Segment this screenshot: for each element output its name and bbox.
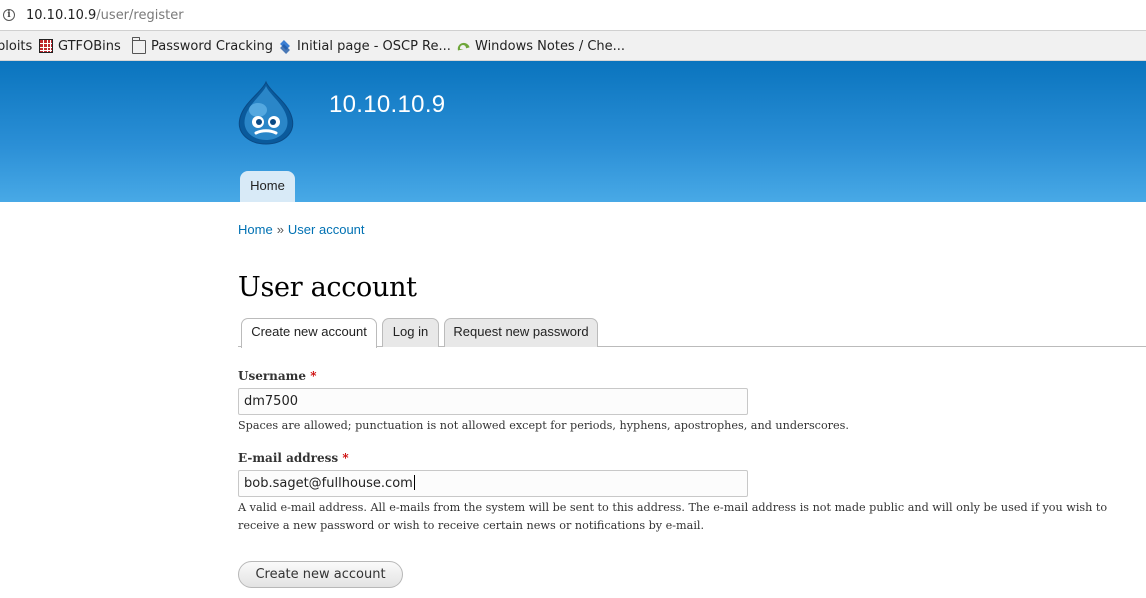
bookmark-label: Windows Notes / Che... — [475, 38, 626, 54]
nav-home-tab[interactable]: Home — [240, 171, 295, 202]
bookmark-label: ploits — [0, 38, 33, 54]
breadcrumb-home-link[interactable]: Home — [238, 222, 273, 237]
email-label: E-mail address * — [238, 451, 349, 465]
email-description: A valid e-mail address. All e-mails from… — [238, 501, 1108, 532]
info-icon[interactable]: i — [3, 9, 15, 21]
tab-log-in[interactable]: Log in — [382, 318, 439, 347]
tab-request-new-password[interactable]: Request new password — [444, 318, 598, 347]
breadcrumb-user-account-link[interactable]: User account — [288, 222, 365, 237]
layers-icon — [278, 39, 292, 53]
site-name[interactable]: 10.10.10.9 — [329, 91, 445, 119]
leaf-icon — [456, 39, 470, 53]
breadcrumb-separator: » — [276, 222, 284, 237]
bookmark-password-cracking[interactable]: Password Cracking — [131, 31, 274, 60]
create-new-account-button[interactable]: Create new account — [238, 561, 403, 588]
text-caret — [413, 475, 415, 490]
bookmarks-bar: ploits GTFOBins Password Cracking Initia… — [0, 31, 1146, 61]
page-title: User account — [238, 272, 417, 303]
bookmark-windows-notes[interactable]: Windows Notes / Che... — [456, 31, 626, 60]
required-mark: * — [342, 451, 349, 465]
bookmark-gtfobins[interactable]: GTFOBins — [39, 31, 121, 60]
bookmark-oscp[interactable]: Initial page - OSCP Re... — [278, 31, 451, 60]
url-host: 10.10.10.9 — [26, 8, 97, 23]
bookmark-label: Initial page - OSCP Re... — [297, 38, 451, 54]
site-header: 10.10.10.9 Home — [0, 61, 1146, 202]
breadcrumb: Home» User account — [238, 222, 365, 237]
drupal-logo-icon[interactable] — [236, 80, 296, 146]
url-path: /user/register — [96, 8, 184, 23]
required-mark: * — [310, 369, 317, 383]
bookmark-exploits[interactable]: ploits — [0, 31, 33, 60]
grid-icon — [39, 39, 53, 53]
email-input[interactable]: bob.saget@fullhouse.com — [238, 470, 748, 497]
tab-create-new-account[interactable]: Create new account — [241, 318, 377, 348]
bookmark-label: Password Cracking — [151, 38, 274, 54]
username-input[interactable]: dm7500 — [238, 388, 748, 415]
url-bar[interactable]: i 10.10.10.9/user/register — [0, 0, 1146, 31]
username-label: Username * — [238, 369, 317, 383]
email-value: bob.saget@fullhouse.com — [244, 476, 413, 491]
url-text[interactable]: 10.10.10.9/user/register — [26, 8, 184, 23]
bookmark-label: GTFOBins — [58, 38, 121, 54]
folder-icon — [131, 37, 146, 54]
username-value: dm7500 — [244, 394, 298, 409]
username-description: Spaces are allowed; punctuation is not a… — [238, 419, 849, 432]
